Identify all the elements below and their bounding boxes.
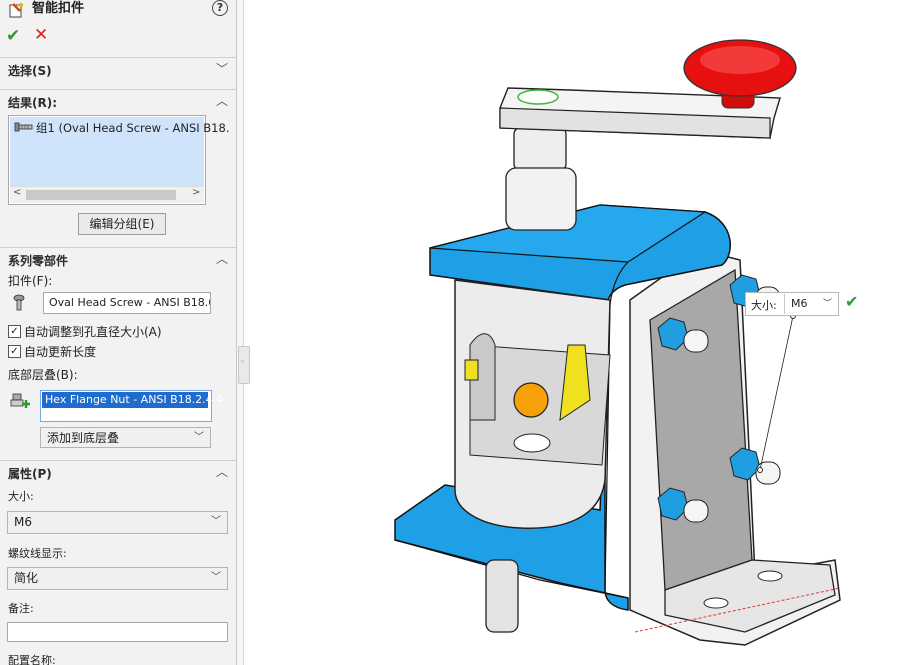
callout-target bbox=[757, 467, 763, 473]
panel-title: 智能扣件 bbox=[32, 1, 85, 16]
horizontal-scrollbar[interactable]: < > bbox=[10, 186, 204, 203]
series-section-title: 系列零部件 bbox=[8, 254, 69, 268]
thread-display-label: 螺纹线显示: bbox=[8, 547, 67, 560]
auto-length-label: 自动更新长度 bbox=[24, 345, 97, 359]
results-section-header[interactable]: 结果(R): ︿ bbox=[0, 89, 236, 114]
chevron-down-icon: ﹀ bbox=[822, 299, 832, 309]
bottom-stack-label: 底部层叠(B): bbox=[8, 368, 78, 382]
series-section-header[interactable]: 系列零部件 ︿ bbox=[0, 247, 236, 272]
properties-section-header[interactable]: 属性(P) ︿ bbox=[0, 460, 236, 485]
add-bottom-stack-label: 添加到底层叠 bbox=[47, 431, 120, 445]
swivel-pad-part[interactable] bbox=[454, 279, 611, 529]
notes-field[interactable] bbox=[7, 622, 228, 642]
thread-display-dropdown[interactable]: 简化 ﹀ bbox=[7, 567, 228, 590]
auto-size-checkbox[interactable]: ✓ bbox=[8, 325, 21, 338]
chevron-up-icon[interactable]: ︿ bbox=[216, 463, 228, 480]
size-callout[interactable]: 大小: M6 ﹀ bbox=[745, 292, 839, 316]
results-section-title: 结果(R): bbox=[8, 96, 58, 110]
chevron-up-icon[interactable]: ︿ bbox=[216, 92, 228, 109]
panel-splitter[interactable] bbox=[237, 0, 244, 665]
size-dropdown[interactable]: M6 ﹀ bbox=[7, 511, 228, 534]
chevron-up-icon[interactable]: ︿ bbox=[216, 250, 228, 267]
size-label: 大小: bbox=[8, 490, 34, 503]
thread-display-value: 简化 bbox=[14, 571, 39, 585]
add-nut-icon[interactable] bbox=[10, 393, 32, 411]
notes-label: 备注: bbox=[8, 602, 34, 615]
lower-pin[interactable] bbox=[485, 559, 519, 633]
cancel-button[interactable]: ✕ bbox=[34, 25, 48, 45]
scroll-left-icon[interactable]: < bbox=[13, 187, 21, 198]
chevron-down-icon: ﹀ bbox=[211, 572, 221, 583]
config-name-label: 配置名称: bbox=[8, 654, 56, 665]
upper-screw-column[interactable] bbox=[505, 127, 577, 231]
size-value: M6 bbox=[14, 515, 32, 529]
bottom-stack-list[interactable]: Hex Flange Nut - ANSI B18.2.4.4 bbox=[40, 390, 223, 422]
auto-size-label: 自动调整到孔直径大小(A) bbox=[24, 325, 162, 339]
properties-section-title: 属性(P) bbox=[8, 467, 52, 481]
callout-leader-line bbox=[759, 315, 794, 471]
ok-button[interactable]: ✔ bbox=[6, 26, 20, 46]
edit-group-button[interactable]: 编辑分组(E) bbox=[78, 213, 166, 235]
auto-length-checkbox[interactable]: ✓ bbox=[8, 345, 21, 358]
selection-section-title: 选择(S) bbox=[8, 64, 52, 78]
chevron-down-icon[interactable]: ﹀ bbox=[216, 60, 228, 77]
scroll-right-icon[interactable]: > bbox=[192, 187, 200, 198]
add-bottom-stack-dropdown[interactable]: 添加到底层叠 ﹀ bbox=[40, 427, 211, 448]
chevron-down-icon: ﹀ bbox=[194, 432, 204, 443]
chevron-down-icon: ﹀ bbox=[211, 516, 221, 527]
fastener-group-icon bbox=[14, 122, 33, 132]
fastener-label: 扣件(F): bbox=[8, 274, 53, 288]
callout-size-label: 大小: bbox=[751, 299, 777, 312]
callout-size-value: M6 bbox=[791, 297, 808, 310]
list-item[interactable]: 组1 (Oval Head Screw - ANSI B18. bbox=[10, 117, 229, 187]
graphics-viewport[interactable] bbox=[244, 0, 912, 665]
screw-icon bbox=[13, 294, 25, 311]
callout-size-dropdown[interactable]: M6 ﹀ bbox=[784, 294, 836, 314]
results-list[interactable]: 组1 (Oval Head Screw - ANSI B18. < > bbox=[8, 115, 229, 205]
scrollbar-thumb[interactable] bbox=[26, 190, 176, 200]
property-manager-panel: 智能扣件 ? ✔ ✕ 选择(S) ﹀ 结果(R): ︿ 组1 (Oval Hea… bbox=[0, 0, 237, 665]
list-item-label: 组1 (Oval Head Screw - ANSI B18. bbox=[36, 121, 230, 135]
selection-section-header[interactable]: 选择(S) ﹀ bbox=[0, 57, 236, 82]
callout-confirm-button[interactable]: ✔ bbox=[845, 292, 858, 311]
bottom-stack-item[interactable]: Hex Flange Nut - ANSI B18.2.4.4 bbox=[42, 392, 223, 408]
fastener-field[interactable]: Oval Head Screw - ANSI B18.6.7 bbox=[43, 292, 211, 314]
panel-title-row: 智能扣件 ? bbox=[0, 0, 236, 22]
help-icon[interactable]: ? bbox=[212, 0, 228, 16]
smart-fastener-icon bbox=[9, 3, 23, 18]
